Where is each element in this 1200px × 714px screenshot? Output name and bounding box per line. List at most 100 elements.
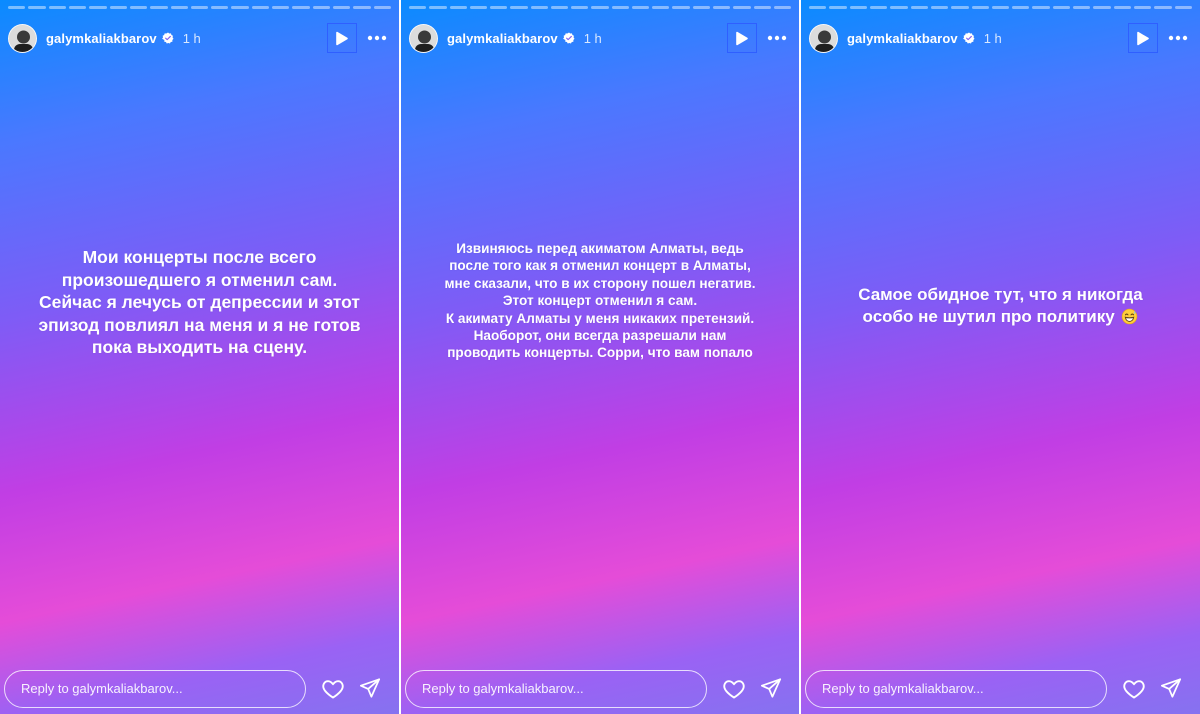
progress-segment [550,6,569,9]
story-panel[interactable]: galymkaliakbarov 1 h Мои концерты после … [0,0,399,714]
progress-segment [591,6,609,9]
progress-segment [849,6,867,9]
progress-segment [1052,6,1071,9]
story-panel[interactable]: galymkaliakbarov 1 h Самое обидное тут, … [801,0,1200,714]
story-text: Самое обидное тут, что я никогда особо н… [813,284,1188,327]
progress-segment [510,6,528,9]
progress-segment [251,6,270,9]
stories-row: galymkaliakbarov 1 h Мои концерты после … [0,0,1200,714]
play-button[interactable] [1128,23,1158,53]
progress-segment [353,6,371,9]
progress-bar [8,6,391,9]
story-text-line: мне сказали, что в их сторону пошел нега… [444,275,756,291]
reply-input[interactable]: Reply to galymkaliakbarov... [405,670,707,708]
progress-segment [712,6,731,9]
avatar[interactable] [8,23,37,53]
timestamp: 1 h [983,30,1002,46]
verified-badge-icon [562,32,575,44]
progress-segment [631,6,650,9]
progress-segment [951,6,969,9]
progress-segment [1154,6,1172,9]
progress-segment [373,6,391,9]
progress-segment [409,6,427,9]
play-button[interactable] [727,23,757,53]
reply-input[interactable]: Reply to galymkaliakbarov... [4,670,306,708]
progress-segment [1032,6,1050,9]
heart-icon[interactable] [722,677,746,701]
verified-badge-icon [161,32,174,44]
story-footer: Reply to galymkaliakbarov... [401,664,799,714]
username[interactable]: galymkaliakbarov [847,31,958,46]
story-footer: Reply to galymkaliakbarov... [0,664,399,714]
story-text-line: Сейчас я лечусь от депрессии и этот [38,292,361,312]
username[interactable]: galymkaliakbarov [447,31,558,46]
progress-segment [292,6,310,9]
progress-segment [129,6,148,9]
timestamp: 1 h [583,30,602,46]
progress-segment [1174,6,1192,9]
send-icon[interactable] [760,677,782,699]
story-text-line: после того как я отменил концерт в Алмат… [449,258,751,274]
more-horizontal-icon [767,35,787,41]
username[interactable]: galymkaliakbarov [46,31,157,46]
story-text-line: особо не шутил про политику [813,306,1188,328]
progress-bar [809,6,1192,9]
more-options-button[interactable] [1164,24,1192,52]
progress-segment [733,6,751,9]
avatar[interactable] [409,23,438,53]
progress-segment [190,6,209,9]
story-text: Мои концерты после всего произошедшего я… [12,246,387,359]
progress-segment [809,6,827,9]
story-text-line: эпизод повлиял на меня и я не готов [38,314,361,335]
story-panel[interactable]: galymkaliakbarov 1 h Извиняюсь перед аки… [401,0,799,714]
avatar[interactable] [809,23,838,53]
progress-segment [150,6,168,9]
story-text-line: К акимату Алматы у меня никаких претензи… [445,310,755,326]
progress-segment [272,6,290,9]
story-text: Извиняюсь перед акиматом Алматы, ведь по… [413,240,787,362]
story-text-line: проводить концерты. Сорри, что вам попал… [447,345,753,361]
more-options-button[interactable] [763,24,791,52]
heart-icon[interactable] [1122,677,1146,701]
progress-bar [409,6,792,9]
progress-segment [1113,6,1131,9]
send-icon[interactable] [359,677,381,699]
progress-segment [469,6,488,9]
progress-segment [530,6,548,9]
progress-segment [869,6,888,9]
story-header: galymkaliakbarov 1 h [809,22,1192,54]
progress-segment [829,6,847,9]
story-header: galymkaliakbarov 1 h [409,22,791,54]
play-icon [1137,31,1149,45]
progress-segment [611,6,629,9]
progress-segment [910,6,928,9]
progress-segment [449,6,467,9]
story-text-line: Самое обидное тут, что я никогда [858,285,1143,304]
progress-segment [672,6,690,9]
progress-segment [1093,6,1111,9]
play-button[interactable] [327,23,357,53]
progress-segment [170,6,188,9]
story-text-line: Мои концерты после всего [82,247,317,267]
progress-segment [930,6,949,9]
progress-segment [753,6,771,9]
story-footer: Reply to galymkaliakbarov... [801,664,1200,714]
story-text-line: пока выходить на сцену. [91,337,308,357]
progress-segment [68,6,87,9]
grinning-sweat-emoji [1122,308,1138,324]
more-options-button[interactable] [363,24,391,52]
progress-segment [773,6,792,9]
progress-segment [692,6,710,9]
progress-segment [231,6,249,9]
progress-segment [1073,6,1091,9]
heart-icon[interactable] [321,677,345,701]
story-text-line-body: особо не шутил про политику [862,306,1115,326]
progress-segment [971,6,989,9]
reply-input[interactable]: Reply to galymkaliakbarov... [805,670,1107,708]
story-text-line: произошедшего я отменил сам. [61,269,338,290]
progress-segment [333,6,351,9]
play-icon [736,31,748,45]
send-icon[interactable] [1160,677,1182,699]
progress-segment [652,6,670,9]
progress-segment [48,6,66,9]
